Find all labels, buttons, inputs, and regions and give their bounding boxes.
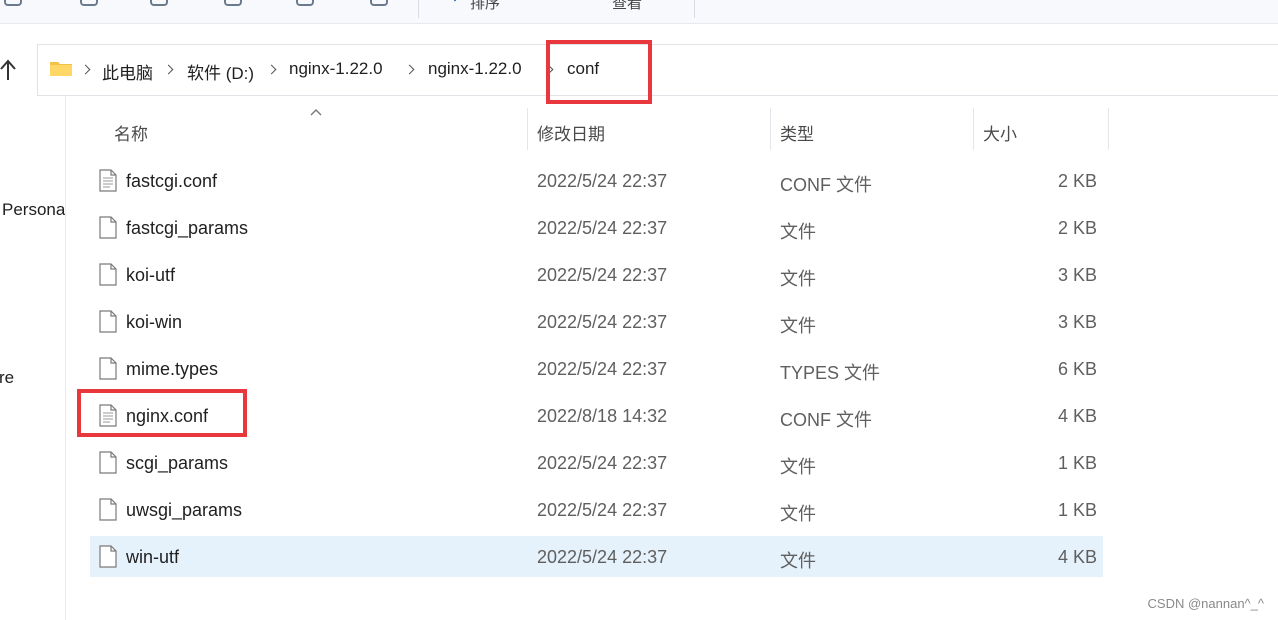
sort-icon[interactable] bbox=[448, 0, 462, 4]
file-row[interactable]: koi-win 2022/5/24 22:37 文件 3 KB bbox=[90, 301, 1103, 342]
column-header-name[interactable]: 名称 bbox=[90, 108, 527, 150]
view-icon[interactable] bbox=[578, 0, 600, 4]
file-type: 文件 bbox=[780, 551, 816, 571]
file-row[interactable]: koi-utf 2022/5/24 22:37 文件 3 KB bbox=[90, 254, 1103, 295]
file-type: 文件 bbox=[780, 457, 816, 477]
column-header-type-label: 类型 bbox=[780, 125, 814, 144]
breadcrumb-drive-d[interactable]: 软件 (D:) bbox=[187, 59, 254, 84]
file-size: 3 KB bbox=[1057, 265, 1097, 285]
cut-icon[interactable] bbox=[4, 0, 22, 6]
copy-icon[interactable] bbox=[80, 0, 98, 6]
file-icon bbox=[99, 451, 117, 474]
breadcrumb-nginx-outer[interactable]: nginx-1.22.0 bbox=[289, 59, 383, 79]
rename-icon[interactable] bbox=[224, 0, 242, 6]
view-button[interactable]: 查看 bbox=[612, 0, 642, 13]
file-name: koi-win bbox=[126, 312, 183, 332]
watermark: CSDN @nannan^_^ bbox=[1147, 596, 1264, 611]
file-icon bbox=[99, 498, 117, 521]
column-header-name-label: 名称 bbox=[114, 125, 148, 144]
column-header-date[interactable]: 修改日期 bbox=[528, 108, 770, 150]
file-modified-date: 2022/5/24 22:37 bbox=[537, 547, 668, 567]
file-modified-date: 2022/5/24 22:37 bbox=[537, 218, 668, 238]
column-header-size-label: 大小 bbox=[983, 125, 1017, 144]
file-type: TYPES 文件 bbox=[780, 363, 881, 383]
highlight-box-nginx-conf bbox=[77, 389, 247, 437]
sort-button[interactable]: 排序 bbox=[470, 0, 500, 13]
file-modified-date: 2022/5/24 22:37 bbox=[537, 312, 668, 332]
file-size: 4 KB bbox=[1057, 547, 1097, 567]
file-icon bbox=[99, 310, 117, 333]
file-name: win-utf bbox=[126, 547, 180, 567]
conf-file-icon bbox=[99, 169, 117, 192]
file-modified-date: 2022/5/24 22:37 bbox=[537, 359, 668, 379]
file-icon bbox=[99, 263, 117, 286]
file-size: 6 KB bbox=[1057, 359, 1097, 379]
file-name: mime.types bbox=[126, 359, 219, 379]
file-row[interactable]: scgi_params 2022/5/24 22:37 文件 1 KB bbox=[90, 442, 1103, 483]
file-modified-date: 2022/5/24 22:37 bbox=[537, 453, 668, 473]
file-size: 1 KB bbox=[1057, 500, 1097, 520]
file-row[interactable]: fastcgi_params 2022/5/24 22:37 文件 2 KB bbox=[90, 207, 1103, 248]
file-row[interactable]: win-utf 2022/5/24 22:37 文件 4 KB bbox=[90, 536, 1103, 577]
folder-icon bbox=[50, 62, 72, 76]
file-icon bbox=[99, 216, 117, 239]
breadcrumb-this-pc[interactable]: 此电脑 bbox=[102, 59, 153, 84]
column-divider[interactable] bbox=[1108, 108, 1109, 150]
file-name: fastcgi.conf bbox=[126, 171, 218, 191]
file-size: 4 KB bbox=[1057, 406, 1097, 426]
highlight-box-conf bbox=[546, 40, 652, 104]
toolbar-divider bbox=[694, 0, 695, 18]
column-header-type[interactable]: 类型 bbox=[771, 108, 973, 150]
file-size: 2 KB bbox=[1057, 218, 1097, 238]
file-row[interactable]: fastcgi.conf 2022/5/24 22:37 CONF 文件 2 KB bbox=[90, 160, 1103, 201]
file-size: 1 KB bbox=[1057, 453, 1097, 473]
file-modified-date: 2022/5/24 22:37 bbox=[537, 500, 668, 520]
file-name: koi-utf bbox=[126, 265, 176, 285]
nav-item-re[interactable]: re bbox=[0, 368, 14, 388]
file-size: 2 KB bbox=[1057, 171, 1097, 191]
file-type: 文件 bbox=[780, 504, 816, 524]
file-size: 3 KB bbox=[1057, 312, 1097, 332]
file-row[interactable]: uwsgi_params 2022/5/24 22:37 文件 1 KB bbox=[90, 489, 1103, 530]
file-type: 文件 bbox=[780, 222, 816, 242]
file-icon bbox=[99, 357, 117, 380]
file-icon bbox=[99, 545, 117, 568]
file-name: fastcgi_params bbox=[126, 218, 249, 238]
share-icon[interactable] bbox=[296, 0, 314, 6]
up-arrow-icon[interactable] bbox=[0, 56, 20, 84]
column-header-date-label: 修改日期 bbox=[537, 125, 605, 144]
paste-icon[interactable] bbox=[150, 0, 168, 6]
file-type: 文件 bbox=[780, 269, 816, 289]
file-modified-date: 2022/5/24 22:37 bbox=[537, 171, 668, 191]
file-row[interactable]: mime.types 2022/5/24 22:37 TYPES 文件 6 KB bbox=[90, 348, 1103, 389]
file-type: 文件 bbox=[780, 316, 816, 336]
breadcrumb-nginx-inner[interactable]: nginx-1.22.0 bbox=[428, 59, 522, 79]
file-type: CONF 文件 bbox=[780, 410, 872, 430]
file-modified-date: 2022/5/24 22:37 bbox=[537, 265, 668, 285]
delete-icon[interactable] bbox=[370, 0, 388, 6]
toolbar-divider bbox=[418, 0, 419, 18]
nav-item-personal[interactable]: Persona bbox=[2, 200, 65, 220]
command-bar: 排序 查看 bbox=[0, 0, 1278, 24]
file-type: CONF 文件 bbox=[780, 175, 872, 195]
file-name: uwsgi_params bbox=[126, 500, 243, 520]
navigation-pane: Persona re bbox=[0, 96, 66, 620]
file-modified-date: 2022/8/18 14:32 bbox=[537, 406, 668, 426]
file-name: scgi_params bbox=[126, 453, 229, 473]
column-header-size[interactable]: 大小 bbox=[974, 108, 1108, 150]
